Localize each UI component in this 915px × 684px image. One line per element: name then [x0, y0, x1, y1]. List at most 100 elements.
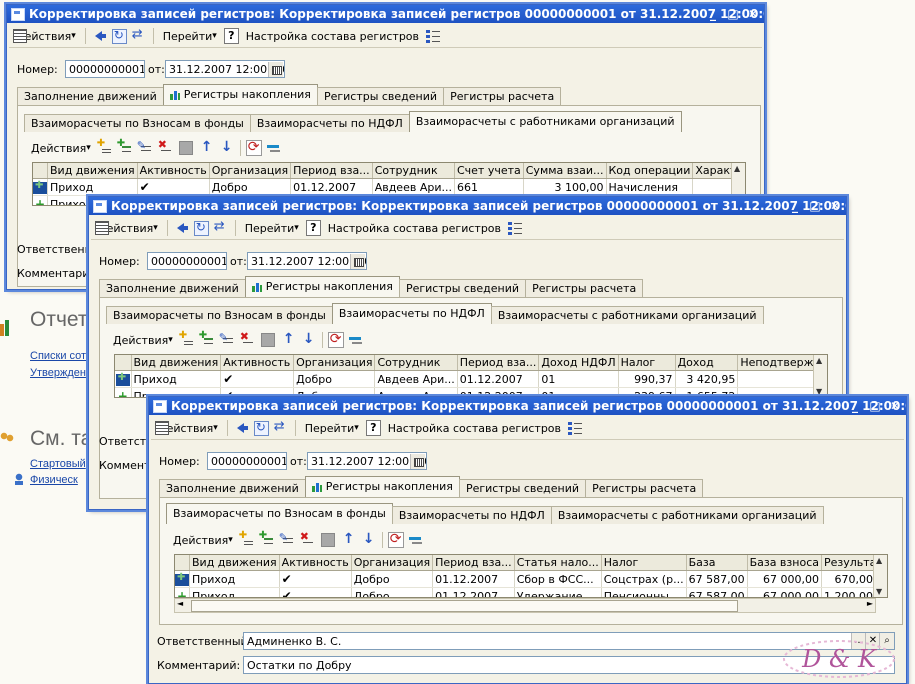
close-icon[interactable]: ✕ — [746, 7, 760, 21]
number-field[interactable]: 00000000001 — [65, 60, 145, 78]
table-cell[interactable]: Приход — [189, 587, 280, 597]
copy-row-icon[interactable] — [258, 530, 275, 548]
help-icon[interactable]: ? — [365, 420, 381, 436]
table-icon[interactable] — [95, 221, 109, 235]
list-icon[interactable] — [568, 421, 583, 435]
background-link-2[interactable]: Утвержден — [30, 367, 86, 379]
table-cell[interactable]: 01.12.2007 — [432, 570, 515, 588]
tab-accumulation-registers[interactable]: Регистры накопления — [244, 276, 400, 297]
minimize-icon[interactable]: _ — [788, 199, 802, 213]
date-field[interactable]: 31.12.2007 12:00:00 — [165, 60, 285, 78]
tab-calc-registers[interactable]: Регистры расчета — [585, 479, 704, 497]
column-header[interactable]: Налог — [601, 555, 687, 571]
edit-row-icon[interactable] — [136, 139, 153, 156]
vertical-scrollbar[interactable] — [813, 355, 827, 397]
switch-icon[interactable] — [131, 27, 147, 44]
list-icon[interactable] — [508, 221, 523, 235]
refresh-icon[interactable] — [193, 220, 209, 236]
table-row[interactable]: + Приход ✔ Добро 01.12.2007 Удержание ..… — [175, 587, 887, 597]
table-cell[interactable]: Приход — [131, 370, 222, 388]
table-cell[interactable]: Авдеев Ари... — [372, 178, 455, 196]
column-header[interactable]: Вид движения — [189, 555, 280, 571]
column-header[interactable]: Активность — [220, 355, 295, 371]
table-cell[interactable]: 01.12.2007 — [457, 370, 540, 388]
table-cell[interactable]: ✔ — [279, 570, 352, 588]
copy-row-icon[interactable] — [116, 138, 133, 156]
column-header[interactable]: Период вза... — [457, 355, 540, 371]
table-cell[interactable]: 3 420,95 — [675, 370, 739, 388]
column-header[interactable]: Счет учета — [454, 163, 524, 179]
date-field[interactable]: 31.12.2007 12:00:00 — [307, 452, 427, 470]
background-link-1[interactable]: Списки сот — [30, 350, 86, 362]
table-cell[interactable]: ✔ — [137, 178, 210, 196]
table-actions-menu[interactable]: Действия — [170, 531, 236, 549]
subtab-ndfl[interactable]: Взаиморасчеты по НДФЛ — [249, 114, 410, 132]
tab-info-registers[interactable]: Регистры сведений — [398, 279, 527, 297]
subtab-employees[interactable]: Взаиморасчеты с работниками организаций — [408, 111, 682, 132]
add-row-icon[interactable] — [178, 330, 195, 348]
register-settings-button[interactable]: Настройка состава регистров — [243, 27, 422, 45]
column-header[interactable]: Доход НДФЛ — [538, 355, 619, 371]
column-header[interactable]: Сотрудник — [372, 163, 455, 179]
table-cell[interactable]: 3 100,00 — [523, 178, 607, 196]
window-3-titlebar[interactable]: Корректировка записей регистров: Коррект… — [149, 397, 906, 415]
table-cell[interactable]: 67 587,00 — [686, 570, 748, 588]
tab-info-registers[interactable]: Регистры сведений — [458, 479, 587, 497]
column-header[interactable]: Активность — [279, 555, 352, 571]
move-up-icon[interactable] — [281, 331, 297, 348]
table-cell[interactable]: 661 — [454, 178, 524, 196]
refresh-icon[interactable] — [253, 420, 269, 436]
table-cell[interactable]: Приход — [47, 178, 138, 196]
column-header[interactable]: Организация — [293, 355, 376, 371]
calendar-icon[interactable] — [268, 62, 283, 77]
tab-fill-movements[interactable]: Заполнение движений — [99, 279, 246, 297]
column-header[interactable]: База взноса — [747, 555, 822, 571]
maximize-icon[interactable]: □ — [726, 7, 740, 21]
refresh-icon[interactable] — [111, 28, 127, 44]
window-1-titlebar[interactable]: Корректировка записей регистров: Коррект… — [7, 5, 764, 23]
calendar-icon[interactable] — [350, 254, 365, 269]
tab-calc-registers[interactable]: Регистры расчета — [525, 279, 644, 297]
maximize-icon[interactable]: □ — [808, 199, 822, 213]
help-icon[interactable]: ? — [223, 28, 239, 44]
back-icon[interactable] — [234, 420, 250, 436]
back-icon[interactable] — [174, 220, 190, 236]
table-cell[interactable]: Добро — [351, 587, 434, 597]
tab-accumulation-registers[interactable]: Регистры накопления — [162, 84, 318, 105]
column-header[interactable]: Налог — [618, 355, 676, 371]
column-header[interactable]: Доход — [675, 355, 739, 371]
horizontal-scrollbar[interactable]: ◄ ► — [174, 598, 876, 613]
sync-icon[interactable] — [327, 331, 344, 348]
move-down-icon[interactable] — [219, 139, 235, 156]
table-icon[interactable] — [13, 29, 27, 43]
list-icon[interactable] — [426, 29, 441, 43]
sync-icon[interactable] — [245, 139, 262, 156]
table-cell[interactable]: 01.12.2007 — [290, 178, 373, 196]
table-row[interactable]: Приход ✔ Добро 01.12.2007 Сбор в ФСС... … — [175, 570, 887, 588]
add-row-icon[interactable] — [96, 138, 113, 156]
column-header[interactable]: Сотрудник — [374, 355, 458, 371]
tab-fill-movements[interactable]: Заполнение движений — [17, 87, 164, 105]
scroll-thumb[interactable] — [191, 600, 738, 612]
delete-row-icon[interactable] — [298, 530, 315, 548]
table-cell[interactable]: Начисления — [606, 178, 694, 196]
column-header[interactable]: Код операции — [606, 163, 694, 179]
vertical-scrollbar[interactable] — [873, 555, 887, 597]
column-header[interactable]: Вид движения — [131, 355, 222, 371]
column-header[interactable]: Активность — [137, 163, 210, 179]
table-cell[interactable]: ✔ — [279, 587, 352, 597]
move-up-icon[interactable] — [199, 139, 215, 156]
table-cell[interactable]: Авдеев Ари... — [374, 370, 458, 388]
tab-accumulation-registers[interactable]: Регистры накопления — [304, 476, 460, 497]
table-cell[interactable]: 01 — [538, 370, 619, 388]
date-field[interactable]: 31.12.2007 12:00:00 — [247, 252, 367, 270]
scroll-right-icon[interactable]: ► — [867, 599, 873, 608]
calendar-icon[interactable] — [410, 454, 425, 469]
table-cell[interactable]: ✔ — [220, 370, 295, 388]
table-cell[interactable]: Добро — [293, 370, 376, 388]
column-header[interactable]: Сумма взаи... — [523, 163, 607, 179]
table-cell[interactable]: 990,37 — [618, 370, 676, 388]
goto-menu[interactable]: Перейти — [160, 27, 220, 45]
subtab-employees[interactable]: Взаиморасчеты с работниками организаций — [550, 506, 824, 524]
table-cell[interactable]: Пенсионны... — [601, 587, 687, 597]
